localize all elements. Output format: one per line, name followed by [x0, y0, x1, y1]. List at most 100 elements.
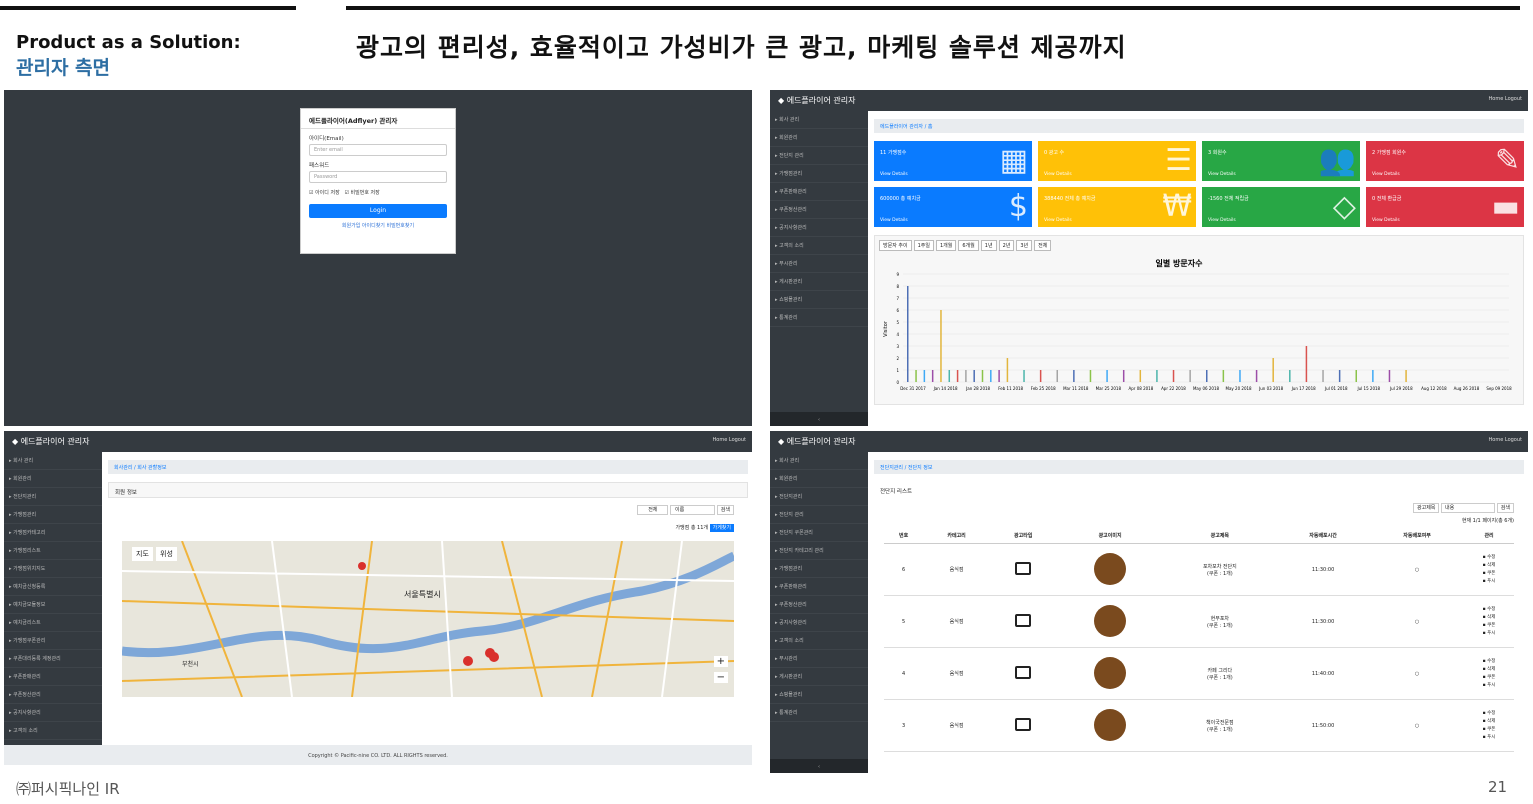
nav-right[interactable]: Home Logout [1489, 437, 1522, 443]
sidebar-item[interactable]: ▸ 푸시관리 [770, 650, 868, 668]
email-field[interactable]: Enter email [309, 144, 447, 156]
range-tab[interactable]: 전체 [1034, 240, 1052, 251]
view-details-link[interactable]: View Details [880, 172, 908, 177]
action-button[interactable]: ▪ 삭제 [1483, 666, 1496, 674]
stat-tile[interactable]: 11 가맹점수 View Details ▦ [874, 141, 1032, 181]
nav-right[interactable]: Home Logout [713, 437, 746, 443]
sidebar-item[interactable]: ▸ 가맹점쿠폰관리 [4, 632, 102, 650]
ad-title[interactable]: 카페 그리다 (쿠폰 : 1개) [1163, 647, 1277, 700]
sidebar-item[interactable]: ▸ 쿠폰정산관리 [4, 686, 102, 704]
collapse-button[interactable]: ‹ [770, 412, 868, 426]
sidebar-item[interactable]: ▸ 쿠폰판매관리 [770, 578, 868, 596]
action-button[interactable]: ▪ 수정 [1483, 554, 1496, 562]
view-details-link[interactable]: View Details [880, 218, 908, 223]
account-links[interactable]: 회원가입 아이디찾기 비밀번호찾기 [301, 222, 455, 229]
sidebar-item[interactable]: ▸ 전단지관리 [770, 488, 868, 506]
action-button[interactable]: ▪ 푸시 [1483, 734, 1496, 742]
sidebar-item[interactable]: ▸ 전단지 카테고리 관리 [770, 542, 868, 560]
stat-tile[interactable]: -1560 전체 적립금 View Details ◇ [1202, 187, 1360, 227]
breadcrumb[interactable]: 회사관리 / 회사 관할정보 [108, 460, 748, 474]
view-details-link[interactable]: View Details [1372, 218, 1400, 223]
range-tab[interactable]: 3년 [1016, 240, 1033, 251]
view-details-link[interactable]: View Details [1044, 218, 1072, 223]
range-tab[interactable]: 방문자 추이 [879, 240, 912, 251]
sidebar-item[interactable]: ▸ 공지사항관리 [770, 219, 868, 237]
sidebar-item[interactable]: ▸ 게시판관리 [770, 668, 868, 686]
view-details-link[interactable]: View Details [1208, 172, 1236, 177]
filter-select[interactable]: 광고제목 [1413, 503, 1440, 513]
sidebar-item[interactable]: ▸ 통계관리 [770, 309, 868, 327]
action-button[interactable]: ▪ 삭제 [1483, 562, 1496, 570]
sidebar-item[interactable]: ▸ 전단지 관리 [770, 506, 868, 524]
stat-tile[interactable]: 600000 총 예치금 View Details $ [874, 187, 1032, 227]
action-button[interactable]: ▪ 수정 [1483, 658, 1496, 666]
map[interactable]: 지도 위성 서울특별시 부천시 + − [122, 541, 734, 697]
sidebar-item[interactable]: ▸ 예치금신청등록 [4, 578, 102, 596]
range-tab[interactable]: 1주일 [913, 240, 934, 251]
visit-tabs[interactable]: 방문자 추이 1주일 1개월 6개월 1년 2년 3년 전체 [879, 240, 1519, 251]
register-button[interactable]: 가게찾기 [709, 524, 734, 532]
range-tab[interactable]: 2년 [998, 240, 1015, 251]
search-input[interactable]: 내용 [1441, 503, 1496, 513]
brand[interactable]: 에드플라이어 관리자 [787, 96, 856, 105]
sidebar-item[interactable]: ▸ 공지사항관리 [4, 704, 102, 722]
range-tab[interactable]: 1년 [980, 240, 997, 251]
action-button[interactable]: ▪ 쿠폰 [1483, 570, 1496, 578]
stat-tile[interactable]: 0 전체 환급금 View Details ▬ [1366, 187, 1524, 227]
sidebar-item[interactable]: ▸ 가맹점관리 [4, 506, 102, 524]
action-button[interactable]: ▪ 쿠폰 [1483, 674, 1496, 682]
action-button[interactable]: ▪ 푸시 [1483, 578, 1496, 586]
search-button[interactable]: 검색 [716, 505, 734, 515]
sidebar-item[interactable]: ▸ 회사 관리 [4, 452, 102, 470]
sidebar-item[interactable]: ▸ 통계관리 [770, 704, 868, 722]
view-details-link[interactable]: View Details [1044, 172, 1072, 177]
sidebar-item[interactable]: ▸ 게시판관리 [770, 273, 868, 291]
sidebar-item[interactable]: ▸ 전단지관리 [4, 488, 102, 506]
sidebar-item[interactable]: ▸ 고객의 소리 [770, 237, 868, 255]
login-button[interactable]: Login [309, 204, 447, 218]
sidebar-item[interactable]: ▸ 가맹점관리 [770, 165, 868, 183]
ad-title[interactable]: 포차포차 전단지 (쿠폰 : 1개) [1163, 543, 1277, 596]
sidebar-item[interactable]: ▸ 예치금모듈정보 [4, 596, 102, 614]
sidebar-item[interactable]: ▸ 회원관리 [4, 470, 102, 488]
action-button[interactable]: ▪ 삭제 [1483, 614, 1496, 622]
search-button[interactable]: 검색 [1496, 503, 1514, 513]
sidebar-item[interactable]: ▸ 쇼핑몰관리 [770, 291, 868, 309]
breadcrumb[interactable]: 에드플라이어 관리자 / 홈 [874, 119, 1524, 133]
sidebar-item[interactable]: ▸ 쿠폰대리등록 계정관리 [4, 650, 102, 668]
sidebar-item[interactable]: ▸ 가맹점리스트 [4, 542, 102, 560]
sidebar-item[interactable]: ▸ 가맹점카테고리 [4, 524, 102, 542]
table-row[interactable]: 6 음식점 포차포차 전단지 (쿠폰 : 1개) 11:30:00 ○ ▪ 수정 ▪ 삭제 ▪ … [884, 543, 1514, 596]
sidebar-item[interactable]: ▸ 쿠폰정산관리 [770, 596, 868, 614]
view-details-link[interactable]: View Details [1208, 218, 1236, 223]
action-button[interactable]: ▪ 푸시 [1483, 630, 1496, 638]
range-tab[interactable]: 1개월 [935, 240, 957, 251]
sidebar-item[interactable]: ▸ 가맹점위치지도 [4, 560, 102, 578]
zoom-out-button[interactable]: − [713, 672, 728, 683]
sidebar-item[interactable]: ▸ 회사 관리 [770, 452, 868, 470]
stat-tile[interactable]: 388440 전체 총 예치금 View Details ₩ [1038, 187, 1196, 227]
filter-select[interactable]: 전체 [637, 505, 669, 515]
ad-title[interactable]: 현무포차 (쿠폰 : 1개) [1163, 595, 1277, 648]
action-button[interactable]: ▪ 수정 [1483, 606, 1496, 614]
password-field[interactable]: Password [309, 171, 447, 183]
ad-title[interactable]: 책이국전문점 (쿠폰 : 1개) [1163, 699, 1277, 752]
table-row[interactable]: 4 음식점 카페 그리다 (쿠폰 : 1개) 11:40:00 ○ ▪ 수정 ▪ 삭제 ▪ 쿠폰… [884, 647, 1514, 700]
stat-tile[interactable]: 2 가맹점 회원수 View Details ✎ [1366, 141, 1524, 181]
action-button[interactable]: ▪ 푸시 [1483, 682, 1496, 690]
sidebar-item[interactable]: ▸ 가맹점관리 [770, 560, 868, 578]
sidebar-item[interactable]: ▸ 회원관리 [770, 129, 868, 147]
stat-tile[interactable]: 0 광고 수 View Details ☰ [1038, 141, 1196, 181]
stat-tile[interactable]: 3 회원수 View Details 👥 [1202, 141, 1360, 181]
sidebar-item[interactable]: ▸ 전단지 쿠폰관리 [770, 524, 868, 542]
sidebar-item[interactable]: ▸ 전단지 관리 [770, 147, 868, 165]
range-tab[interactable]: 6개월 [958, 240, 979, 251]
sidebar-item[interactable]: ▸ 예치금리스트 [4, 614, 102, 632]
sidebar-item[interactable]: ▸ 쿠폰판매관리 [4, 668, 102, 686]
sidebar-item[interactable]: ▸ 쿠폰정산관리 [770, 201, 868, 219]
action-button[interactable]: ▪ 쿠폰 [1483, 726, 1496, 734]
zoom-in-button[interactable]: + [713, 656, 728, 667]
sidebar-item[interactable]: ▸ 쿠폰판매관리 [770, 183, 868, 201]
brand[interactable]: 에드플라이어 관리자 [21, 437, 90, 446]
action-button[interactable]: ▪ 수정 [1483, 710, 1496, 718]
